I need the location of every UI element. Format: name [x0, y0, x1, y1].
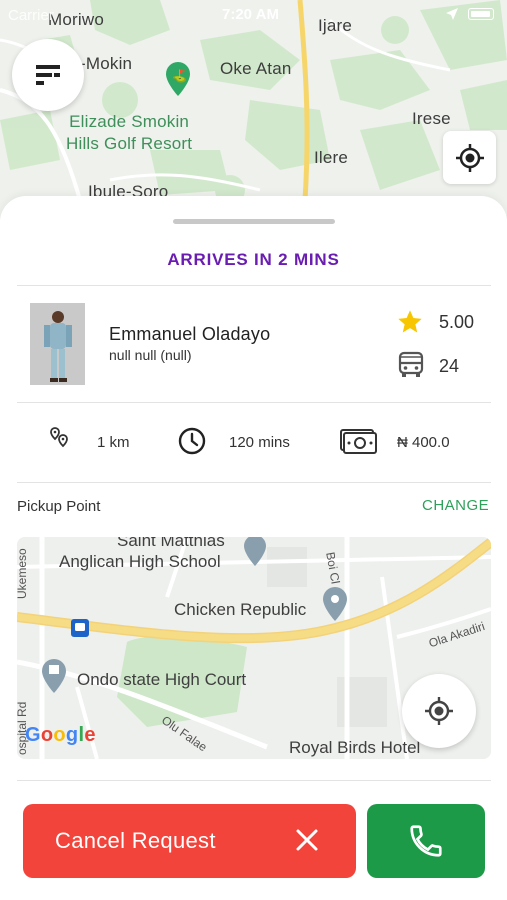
driver-avatar — [30, 303, 85, 385]
google-logo-letter: g — [65, 724, 79, 746]
google-logo-letter: G — [25, 724, 41, 746]
recenter-pickup-button[interactable] — [402, 674, 476, 748]
trip-summary: 1 km 120 mins ₦ 400.0 — [0, 422, 507, 462]
map-label: -Mokin — [80, 54, 133, 73]
map-label: Chicken Republic — [174, 600, 307, 619]
status-time: 7:20 AM — [222, 6, 279, 23]
close-icon — [295, 828, 319, 857]
pickup-label: Pickup Point — [17, 498, 101, 515]
cancel-request-button[interactable]: Cancel Request — [23, 804, 356, 878]
svg-text:⛳: ⛳ — [172, 69, 187, 83]
map-label-golf-line2: Hills Golf Resort — [66, 134, 193, 153]
cancel-request-label: Cancel Request — [55, 828, 216, 853]
battery-icon — [468, 8, 494, 20]
menu-icon — [36, 65, 60, 85]
trip-duration: 120 mins — [229, 434, 290, 451]
my-location-icon — [425, 697, 453, 725]
menu-button[interactable] — [12, 39, 84, 111]
map-label-golf: Elizade Smokin Hills Golf Resort — [66, 111, 192, 155]
clock-icon — [177, 426, 207, 461]
map-label: Oke Atan — [220, 59, 292, 78]
google-logo-letter: o — [53, 724, 66, 746]
google-logo: Google — [25, 724, 96, 747]
bus-icon — [398, 351, 424, 384]
map-label: Ondo state High Court — [77, 670, 247, 689]
map-label: Anglican High School — [59, 552, 221, 571]
recenter-map-button[interactable] — [443, 131, 496, 184]
vehicle-info: null null (null) — [109, 347, 192, 363]
change-pickup-button[interactable]: CHANGE — [422, 497, 489, 514]
carrier-label: Carrier — [8, 7, 54, 24]
driver-name: Emmanuel Oladayo — [109, 324, 271, 344]
arrival-status: ARRIVES IN 2 MINS — [167, 250, 340, 269]
map-label: Ukemeso — [17, 548, 29, 599]
divider — [17, 402, 491, 403]
phone-icon — [410, 825, 442, 857]
star-icon — [396, 308, 424, 341]
map-label-golf-line1: Elizade Smokin — [69, 112, 190, 131]
divider — [17, 482, 491, 483]
google-logo-letter: o — [40, 724, 54, 746]
cash-icon — [339, 426, 377, 461]
location-pins-icon — [48, 426, 72, 455]
drag-handle[interactable] — [173, 219, 335, 224]
map-label: Irese — [412, 109, 451, 128]
divider — [17, 285, 491, 286]
divider — [17, 780, 491, 781]
status-bar: Carrier 7:20 AM — [0, 0, 507, 30]
pickup-map[interactable]: Saint Matthias Anglican High School Chic… — [17, 537, 491, 759]
call-driver-button[interactable] — [367, 804, 485, 878]
map-label: Saint Matthias — [117, 537, 225, 550]
trip-fare: ₦ 400.0 — [397, 434, 450, 451]
driver-rating: 5.00 — [439, 312, 475, 332]
location-arrow-icon — [445, 7, 459, 25]
seat-count: 24 — [439, 356, 460, 376]
google-logo-letter: e — [84, 724, 96, 746]
my-location-icon — [455, 143, 484, 172]
bus-stop-icon — [71, 619, 89, 637]
ride-details-sheet: ARRIVES IN 2 MINS Emmanuel Oladayo null … — [0, 196, 507, 900]
map-label: Royal Birds Hotel — [289, 738, 421, 757]
trip-distance: 1 km — [97, 434, 130, 451]
map-label: Ilere — [314, 148, 349, 167]
